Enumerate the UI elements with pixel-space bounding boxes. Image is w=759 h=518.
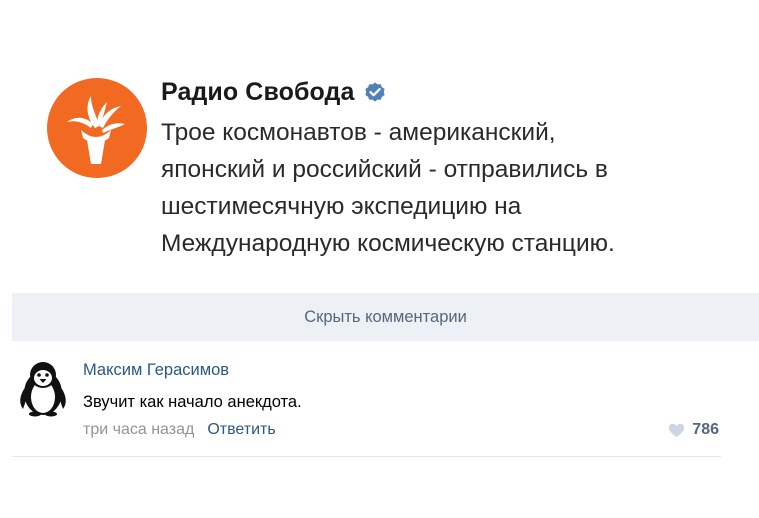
post: Радио Свобода Трое космонавтов - америка…: [0, 0, 759, 518]
post-text: Трое космонавтов - американский, японски…: [161, 114, 741, 262]
reply-button[interactable]: Ответить: [207, 421, 275, 439]
post-text-line: Международную космическую станцию.: [161, 230, 615, 257]
post-header: Радио Свобода: [161, 78, 387, 107]
like-count: 786: [692, 421, 719, 438]
torch-logo-icon: [67, 96, 125, 164]
post-text-line: Трое космонавтов - американский,: [161, 119, 556, 146]
heart-icon: [668, 423, 685, 438]
penguin-avatar[interactable]: [15, 359, 71, 417]
post-text-line: шестимесячную экспедицию на: [161, 193, 522, 220]
comment-text: Звучит как начало анекдота.: [83, 393, 302, 411]
like-button[interactable]: 786: [668, 421, 719, 439]
post-author-name[interactable]: Радио Свобода: [161, 78, 355, 107]
comment-meta: три часа назад Ответить: [83, 421, 276, 439]
radio-liberty-logo-avatar[interactable]: [47, 78, 147, 178]
verified-checkmark-icon: [363, 81, 387, 105]
comment-timestamp[interactable]: три часа назад: [83, 421, 194, 439]
hide-comments-label: Скрыть комментарии: [304, 307, 467, 326]
comment: Максим Герасимов Звучит как начало анекд…: [12, 350, 721, 457]
hide-comments-button[interactable]: Скрыть комментарии: [12, 293, 759, 341]
post-text-line: японский и российский - отправились в: [161, 156, 608, 183]
comment-author-name[interactable]: Максим Герасимов: [83, 361, 229, 380]
